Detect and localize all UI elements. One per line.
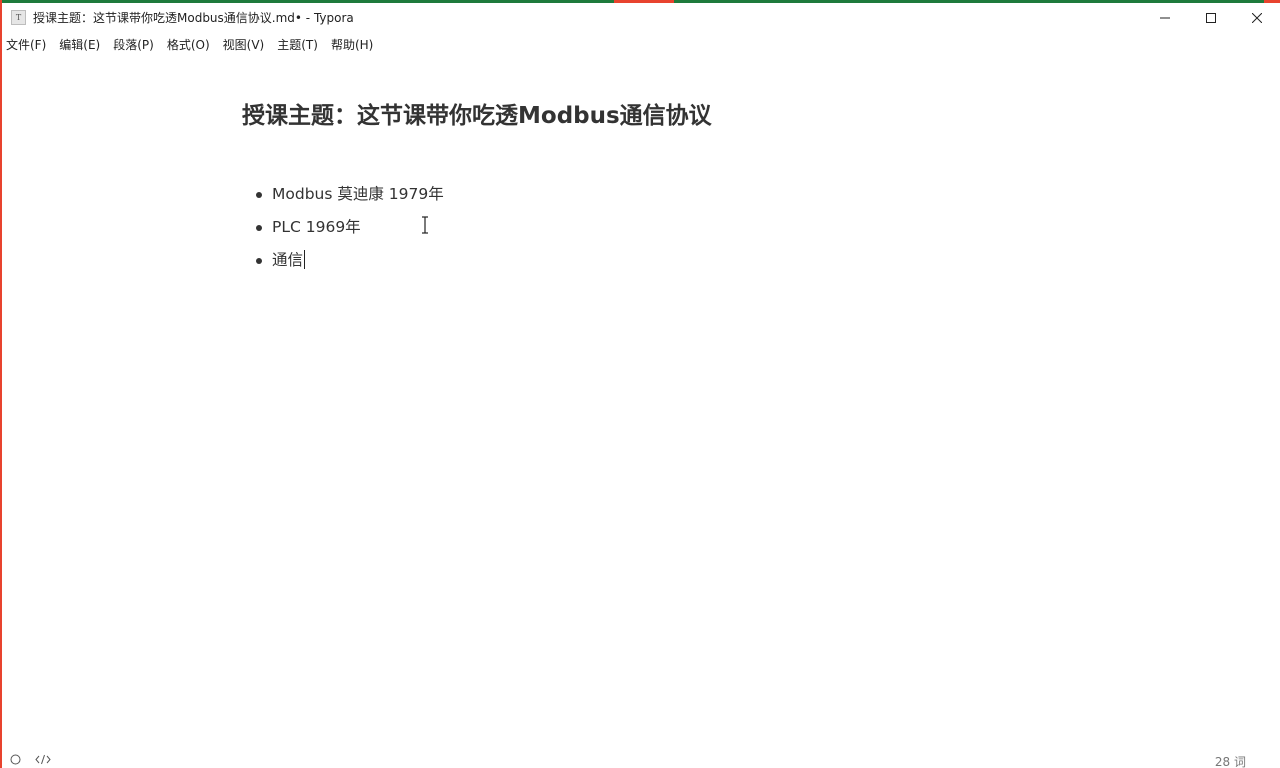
close-icon [1252,12,1262,23]
source-code-button[interactable] [35,754,51,765]
title-bar[interactable]: T 授课主题：这节课带你吃透Modbus通信协议.md• - Typora [2,3,1280,32]
minimize-icon [1160,17,1170,18]
document-heading[interactable]: 授课主题：这节课带你吃透Modbus通信协议 [242,96,1042,136]
menu-file[interactable]: 文件(F) [6,36,52,53]
menu-view[interactable]: 视图(V) [223,36,271,53]
maximize-button[interactable] [1188,3,1234,32]
minimize-button[interactable] [1142,3,1188,32]
menu-edit[interactable]: 编辑(E) [59,36,106,53]
text-caret [304,250,306,269]
list-item[interactable]: Modbus 莫迪康 1979年 [242,178,1042,211]
list-item[interactable]: PLC 1969年 [242,211,1042,244]
window-title: 授课主题：这节课带你吃透Modbus通信协议.md• - Typora [33,11,354,25]
word-count[interactable]: 28 词 [1215,753,1246,768]
sidebar-toggle-button[interactable] [10,754,21,765]
editor-content[interactable]: 授课主题：这节课带你吃透Modbus通信协议 Modbus 莫迪康 1979年 … [242,96,1042,277]
bullet-icon [256,192,262,198]
menu-help[interactable]: 帮助(H) [331,36,379,53]
menu-theme[interactable]: 主题(T) [277,36,324,53]
menu-format[interactable]: 格式(O) [167,36,216,53]
bullet-list: Modbus 莫迪康 1979年 PLC 1969年 通信 [242,178,1042,277]
list-item-text: PLC 1969年 [272,218,361,236]
maximize-icon [1206,12,1216,23]
list-item-text: Modbus 莫迪康 1979年 [272,185,444,203]
ibeam-cursor-icon [422,216,428,234]
window-controls [1142,3,1280,32]
bullet-icon [256,225,262,231]
typora-app-icon: T [11,10,26,25]
close-button[interactable] [1234,3,1280,32]
menu-paragraph[interactable]: 段落(P) [113,36,160,53]
typora-window: T 授课主题：这节课带你吃透Modbus通信协议.md• - Typora 文件… [0,0,1280,768]
source-code-icon [35,754,51,765]
list-item[interactable]: 通信 [242,244,1042,277]
status-bar: 28 词 [2,752,1280,768]
menu-bar: 文件(F) 编辑(E) 段落(P) 格式(O) 视图(V) 主题(T) 帮助(H… [2,33,386,55]
sidebar-toggle-icon [10,754,21,765]
bullet-icon [256,258,262,264]
list-item-text: 通信 [272,251,304,269]
